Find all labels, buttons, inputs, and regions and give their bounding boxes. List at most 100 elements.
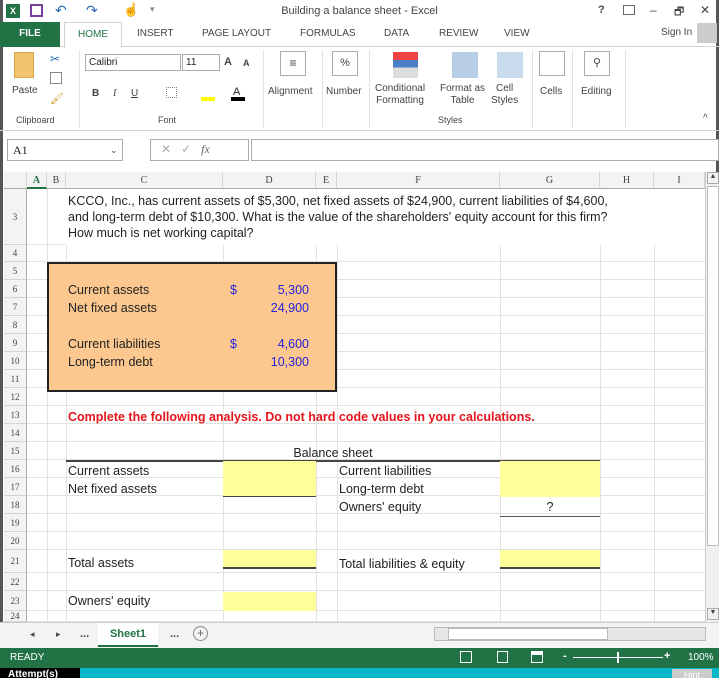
liabilities-input[interactable] (500, 461, 600, 497)
page-layout-view-icon[interactable] (497, 651, 508, 663)
zoom-slider-thumb[interactable] (617, 652, 619, 663)
tab-review[interactable]: REVIEW (439, 28, 478, 39)
alignment-button[interactable]: Alignment (268, 86, 312, 98)
avatar[interactable] (697, 23, 717, 43)
bs-label[interactable]: Net fixed assets (68, 482, 157, 496)
col-header-d[interactable]: D (223, 172, 316, 189)
col-header-a[interactable]: A (27, 172, 47, 189)
row-header[interactable]: 23 (4, 591, 27, 611)
percent-icon[interactable]: % (332, 51, 358, 76)
bs-label[interactable]: Owners' equity (68, 594, 150, 608)
row-header[interactable]: 12 (4, 388, 27, 406)
name-box[interactable]: A1 (7, 139, 123, 161)
restore-button[interactable]: 🗗 (674, 3, 684, 22)
instruction-text[interactable]: Complete the following analysis. Do not … (68, 410, 535, 424)
given-value[interactable]: 10,300 (223, 355, 309, 369)
sign-in-link[interactable]: Sign In (661, 27, 692, 38)
row-header[interactable]: 11 (4, 370, 27, 388)
row-header[interactable]: 19 (4, 514, 27, 532)
bs-label[interactable]: Long-term debt (339, 482, 424, 496)
row-header[interactable]: 15 (4, 442, 27, 460)
number-button[interactable]: Number (326, 86, 362, 98)
page-break-view-icon[interactable] (531, 651, 543, 663)
hint-button[interactable]: Hint (672, 669, 712, 678)
bold-button[interactable]: B (92, 88, 99, 99)
copy-icon[interactable] (50, 72, 62, 84)
bs-label[interactable]: Current liabilities (339, 464, 431, 478)
row-header[interactable]: 22 (4, 573, 27, 591)
tab-insert[interactable]: INSERT (137, 28, 174, 39)
row-header[interactable]: 9 (4, 334, 27, 352)
select-all-corner[interactable] (4, 172, 27, 189)
given-label[interactable]: Current liabilities (68, 337, 160, 351)
collapse-ribbon-icon[interactable]: ^ (703, 113, 708, 124)
cells-button[interactable]: Cells (540, 86, 562, 98)
insert-function-icon[interactable]: fx (201, 142, 210, 156)
format-as-table-button[interactable]: Format as Table (440, 83, 485, 107)
normal-view-icon[interactable] (460, 651, 472, 663)
row-header[interactable]: 18 (4, 496, 27, 514)
alignment-icon[interactable]: ≡ (280, 51, 306, 76)
tab-view[interactable]: VIEW (504, 28, 530, 39)
given-label[interactable]: Current assets (68, 283, 149, 297)
font-name-select[interactable]: Calibri (85, 54, 181, 71)
sheet-overflow-left[interactable]: ... (80, 628, 89, 640)
tab-data[interactable]: DATA (384, 28, 409, 39)
cancel-icon[interactable]: ✕ (161, 142, 171, 156)
enter-icon[interactable]: ✓ (181, 142, 191, 156)
vertical-scrollbar[interactable]: ▲ ▼ (705, 172, 719, 622)
horizontal-scroll-thumb[interactable] (448, 628, 608, 640)
conditional-formatting-button[interactable]: Conditional Formatting (375, 83, 425, 107)
scroll-down-icon[interactable]: ▼ (707, 608, 719, 620)
row-header[interactable]: 5 (4, 262, 27, 280)
underline-button[interactable]: U (131, 88, 138, 99)
italic-button[interactable]: I (113, 88, 116, 99)
tab-page-layout[interactable]: PAGE LAYOUT (202, 28, 271, 39)
bs-label[interactable]: Current assets (68, 464, 149, 478)
bs-label[interactable]: Owners' equity (339, 500, 421, 514)
font-size-select[interactable]: 11 (182, 54, 220, 71)
owners-equity-input[interactable] (223, 592, 316, 611)
owners-equity-placeholder[interactable]: ? (500, 500, 600, 514)
given-value[interactable]: 24,900 (223, 301, 309, 315)
paste-button[interactable]: Paste (12, 85, 38, 97)
borders-icon[interactable] (166, 87, 177, 98)
sheet-tab-sheet1[interactable]: Sheet1 (98, 623, 158, 647)
help-button[interactable]: ? (598, 4, 605, 16)
paste-icon[interactable] (14, 52, 34, 78)
next-sheet-icon[interactable]: ▸ (56, 629, 61, 640)
grow-font-icon[interactable]: A (224, 56, 232, 68)
row-header[interactable]: 4 (4, 245, 27, 262)
row-header[interactable]: 24 (4, 611, 27, 622)
row-header[interactable]: 3 (4, 189, 27, 245)
formula-input[interactable] (251, 139, 719, 161)
row-header[interactable]: 10 (4, 352, 27, 370)
col-header-e[interactable]: E (316, 172, 337, 189)
col-header-b[interactable]: B (47, 172, 66, 189)
zoom-level[interactable]: 100% (688, 652, 714, 663)
zoom-out-button[interactable]: - (563, 650, 567, 662)
editing-button[interactable]: Editing (581, 86, 612, 98)
add-sheet-button[interactable]: + (193, 626, 208, 641)
row-header[interactable]: 6 (4, 280, 27, 298)
editing-icon[interactable]: ⚲ (584, 51, 610, 76)
row-header[interactable]: 13 (4, 406, 27, 424)
row-header[interactable]: 21 (4, 550, 27, 573)
cell-styles-icon[interactable] (497, 52, 523, 78)
fill-color-icon[interactable] (201, 97, 215, 101)
prev-sheet-icon[interactable]: ◂ (30, 629, 35, 640)
col-header-g[interactable]: G (500, 172, 600, 189)
row-header[interactable]: 17 (4, 478, 27, 496)
vertical-scroll-thumb[interactable] (707, 186, 719, 546)
col-header-c[interactable]: C (66, 172, 223, 189)
scroll-up-icon[interactable]: ▲ (707, 172, 719, 184)
row-header[interactable]: 16 (4, 460, 27, 478)
conditional-formatting-icon[interactable] (393, 52, 418, 78)
bs-label[interactable]: Total liabilities & equity (339, 557, 465, 571)
ribbon-display-icon[interactable] (623, 5, 635, 15)
worksheet-grid[interactable]: A B C D E F G H I 3 4 5 6 7 8 9 10 11 12 13 14 15 16 1… (4, 172, 705, 622)
balance-sheet-title[interactable]: Balance sheet (66, 446, 600, 460)
question-text[interactable]: KCCO, Inc., has current assets of $5,300… (68, 193, 608, 241)
close-button[interactable]: ✕ (700, 3, 710, 17)
name-box-dropdown-icon[interactable]: ⌄ (110, 145, 118, 156)
